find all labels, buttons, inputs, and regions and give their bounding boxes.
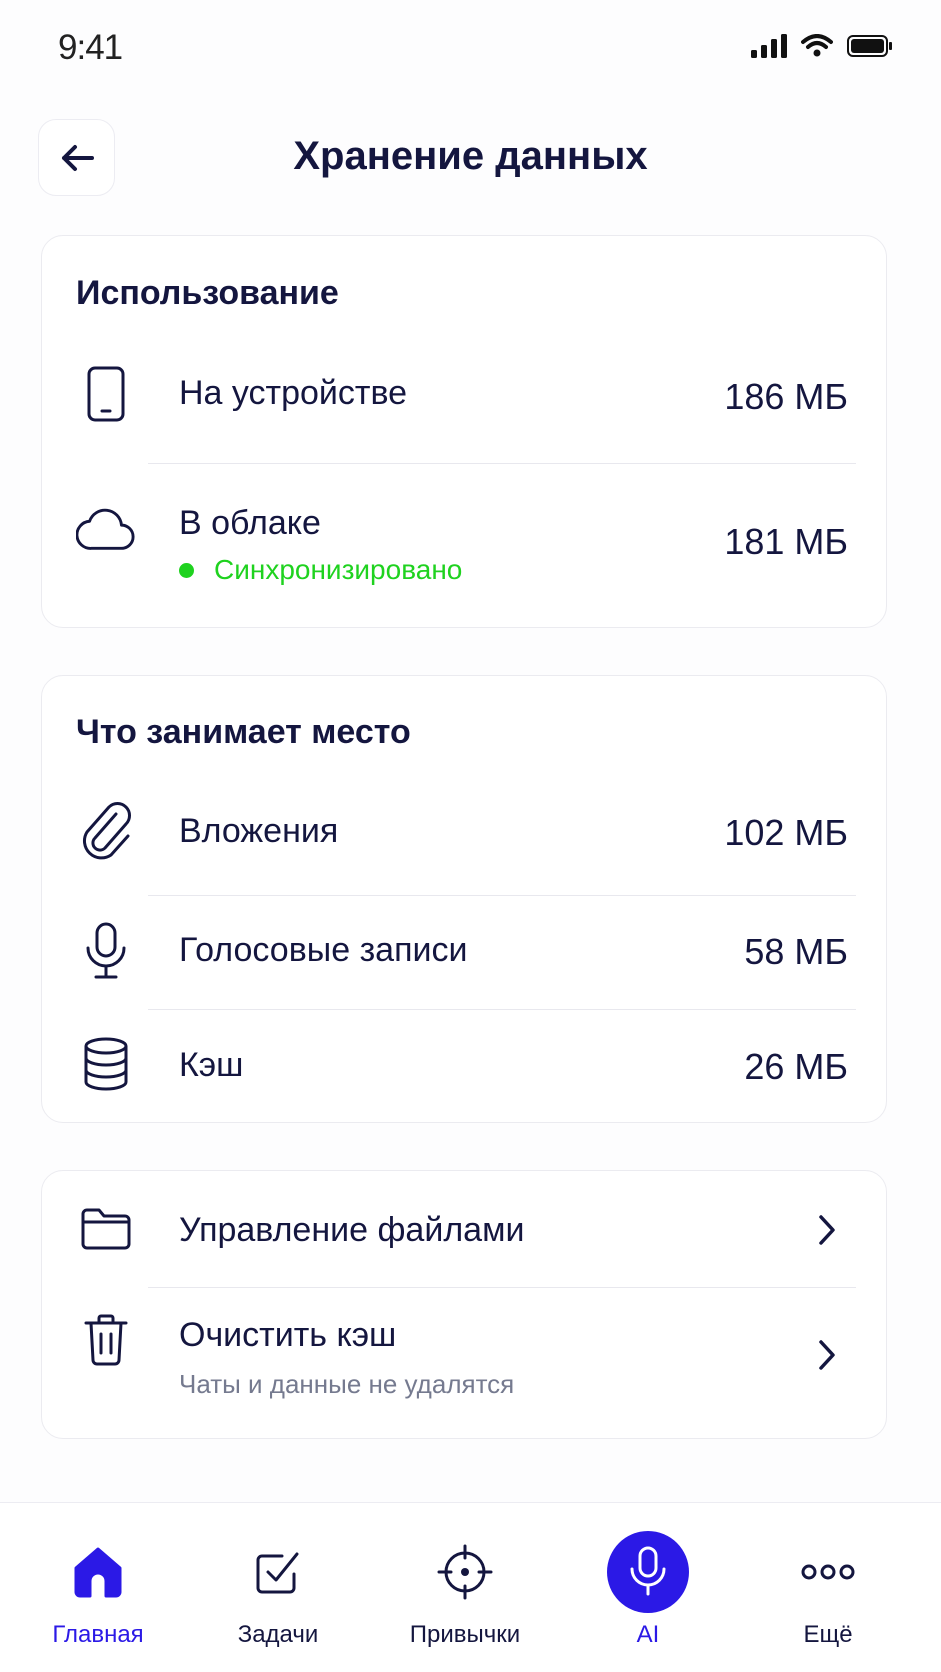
sync-status: Синхронизировано (179, 554, 462, 586)
sync-status-text: Синхронизировано (214, 554, 463, 585)
divider (148, 895, 856, 896)
database-icon (76, 1034, 136, 1094)
clear-cache-label: Очистить кэш (179, 1316, 397, 1354)
usage-card: Использование На устройстве 186 МБ В обл… (41, 235, 887, 628)
tab-label: Привычки (409, 1621, 521, 1648)
tab-label: Главная (52, 1621, 144, 1648)
microphone-icon (76, 921, 136, 981)
more-icon (787, 1531, 869, 1613)
clear-cache-subtitle: Чаты и данные не удалятся (179, 1369, 515, 1399)
manage-files-label: Управление файлами (179, 1211, 525, 1249)
space-item-value: 26 МБ (744, 1046, 848, 1087)
manage-files-row[interactable]: Управление файлами (42, 1171, 886, 1286)
tab-more[interactable]: Ещё (738, 1503, 918, 1672)
tab-ai[interactable]: AI (558, 1503, 738, 1672)
device-value: 186 МБ (724, 376, 848, 417)
chevron-right-icon (819, 1215, 835, 1245)
tab-label: AI (636, 1621, 660, 1648)
space-title: Что занимает место (76, 713, 411, 751)
actions-card: Управление файлами Очистить кэш Чаты и д… (41, 1170, 887, 1439)
space-card: Что занимает место Вложения 102 МБ Голос… (41, 675, 887, 1123)
chevron-right-icon (819, 1340, 835, 1370)
divider (148, 463, 856, 464)
signal-icon (751, 34, 787, 58)
tab-bar: Главная Задачи Привычки AI Ещё (0, 1502, 941, 1672)
microphone-icon (607, 1531, 689, 1613)
tab-label: Ещё (803, 1621, 853, 1648)
home-icon (57, 1531, 139, 1613)
status-time: 9:41 (58, 28, 123, 67)
space-item-label: Голосовые записи (179, 931, 468, 969)
battery-icon (847, 35, 892, 57)
checkbox-icon (237, 1531, 319, 1613)
folder-icon (76, 1199, 136, 1259)
tab-home[interactable]: Главная (8, 1503, 188, 1672)
tab-label: Задачи (237, 1621, 319, 1648)
device-label: На устройстве (179, 374, 408, 412)
cloud-label: В облаке (179, 504, 321, 542)
status-icons (751, 34, 893, 58)
trash-icon (76, 1310, 136, 1370)
target-icon (424, 1531, 506, 1613)
status-bar: 9:41 (0, 0, 941, 100)
page-title: Хранение данных (293, 134, 648, 178)
clear-cache-row[interactable]: Очистить кэш Чаты и данные не удалятся (42, 1288, 886, 1438)
space-item-value: 58 МБ (744, 931, 848, 972)
paperclip-icon (76, 800, 136, 860)
cloud-icon (76, 499, 136, 559)
cloud-value: 181 МБ (724, 521, 848, 562)
space-item-label: Вложения (179, 812, 339, 850)
divider (148, 1009, 856, 1010)
space-item-value: 102 МБ (724, 812, 848, 853)
ai-button (607, 1531, 689, 1613)
tab-habits[interactable]: Привычки (375, 1503, 555, 1672)
smartphone-icon (76, 364, 136, 424)
sync-dot (179, 562, 194, 578)
wifi-icon (801, 34, 833, 57)
usage-title: Использование (76, 274, 339, 312)
space-item-label: Кэш (179, 1046, 244, 1084)
tab-tasks[interactable]: Задачи (188, 1503, 368, 1672)
